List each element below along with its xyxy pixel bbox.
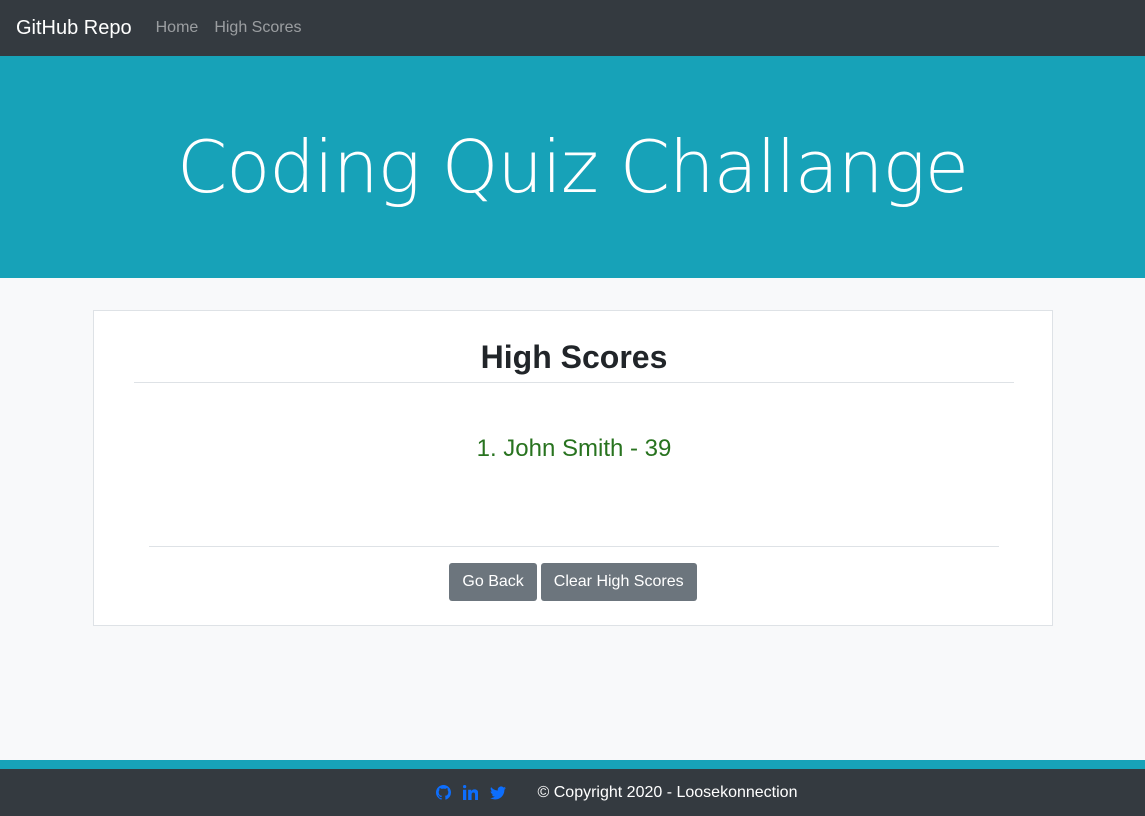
hero-banner: Coding Quiz Challange: [0, 56, 1145, 278]
score-list: 1. John Smith - 39: [134, 431, 1014, 467]
clear-high-scores-button[interactable]: Clear High Scores: [540, 563, 697, 601]
high-scores-card: High Scores 1. John Smith - 39 Go Back C…: [93, 310, 1053, 626]
copyright-text: © Copyright 2020 - Loosekonnection: [537, 783, 798, 801]
button-row: Go Back Clear High Scores: [94, 563, 1052, 601]
card-divider: [149, 546, 999, 547]
score-list-item: 1. John Smith - 39: [476, 435, 672, 462]
linkedin-icon[interactable]: [462, 785, 478, 800]
go-back-button[interactable]: Go Back: [449, 563, 537, 601]
nav-link-home[interactable]: Home: [156, 19, 199, 37]
social-links: [435, 785, 506, 800]
high-scores-heading: High Scores: [134, 337, 1014, 383]
brand-link[interactable]: GitHub Repo: [16, 17, 132, 40]
page-title: Coding Quiz Challange: [176, 125, 969, 209]
footer: © Copyright 2020 - Loosekonnection: [0, 769, 1145, 816]
top-navbar: GitHub Repo Home High Scores: [0, 0, 1145, 56]
nav-link-high-scores[interactable]: High Scores: [214, 19, 301, 37]
footer-accent-stripe: [0, 760, 1145, 769]
github-icon[interactable]: [435, 785, 451, 800]
twitter-icon[interactable]: [489, 785, 506, 800]
